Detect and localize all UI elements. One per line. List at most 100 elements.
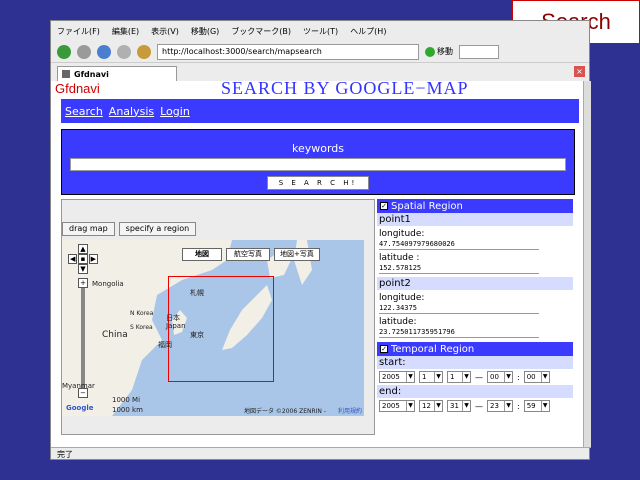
search-button[interactable]: S E A R C H! xyxy=(267,176,369,190)
menu-help[interactable]: ヘルプ(H) xyxy=(350,26,386,37)
page-icon xyxy=(62,70,70,78)
p1-latitude-input[interactable]: 152.578125 xyxy=(379,263,539,274)
start-day-value: 1 xyxy=(450,373,455,381)
toolbar: http://localhost:3000/search/mapsearch 移… xyxy=(51,41,589,63)
end-day-select[interactable]: 31 ▼ xyxy=(447,400,471,412)
nav-search[interactable]: Search xyxy=(65,105,103,118)
forward-icon[interactable] xyxy=(77,44,91,59)
back-icon[interactable] xyxy=(57,44,71,59)
start-hour-value: 00 xyxy=(490,373,499,381)
zoom-slider[interactable] xyxy=(81,288,85,388)
page-title: SEARCH BY GOOGLE−MAP xyxy=(221,81,469,98)
end-hour-select[interactable]: 23 ▼ xyxy=(487,400,513,412)
start-year-select[interactable]: 2005 ▼ xyxy=(379,371,415,383)
google-map[interactable]: ▲ ◀ ▪ ▶ ▼ + − 地図 航空写真 地図+写真 Mongolia Chi… xyxy=(62,240,364,416)
nav-analysis[interactable]: Analysis xyxy=(109,105,154,118)
menu-file[interactable]: ファイル(F) xyxy=(57,26,100,37)
specify-region-button[interactable]: specify a region xyxy=(118,222,197,236)
map-type-satellite[interactable]: 航空写真 xyxy=(226,248,270,261)
point2-header: point2 xyxy=(377,277,573,290)
start-day-select[interactable]: 1 ▼ xyxy=(447,371,471,383)
menu-edit[interactable]: 編集(E) xyxy=(112,26,139,37)
end-dash: — xyxy=(475,401,483,411)
point1-header: point1 xyxy=(377,213,573,226)
region-panel: ✓ Spatial Region point1 longitude: 47.75… xyxy=(377,199,573,435)
terms-link[interactable]: 利用規約 xyxy=(338,406,362,415)
keywords-input[interactable] xyxy=(70,158,566,171)
temporal-region-header[interactable]: ✓ Temporal Region xyxy=(377,342,573,356)
page-header: Gfdnavi SEARCH BY GOOGLE−MAP xyxy=(51,81,583,99)
spatial-checkbox[interactable]: ✓ xyxy=(380,202,388,210)
end-day-value: 31 xyxy=(450,402,459,410)
start-colon: : xyxy=(517,372,520,382)
chevron-down-icon: ▼ xyxy=(434,401,442,411)
spatial-region-header[interactable]: ✓ Spatial Region xyxy=(377,199,573,213)
end-year-select[interactable]: 2005 ▼ xyxy=(379,400,415,412)
chevron-down-icon: ▼ xyxy=(504,401,512,411)
chevron-down-icon: ▼ xyxy=(504,372,512,382)
drag-map-button[interactable]: drag map xyxy=(62,222,115,236)
chevron-down-icon: ▼ xyxy=(406,401,414,411)
pan-right-icon[interactable]: ▶ xyxy=(88,254,98,264)
chevron-down-icon: ▼ xyxy=(540,401,549,411)
map-mode-buttons: drag map specify a region xyxy=(62,222,197,236)
start-minute-value: 00 xyxy=(526,373,536,381)
close-tab-icon[interactable]: × xyxy=(574,66,585,77)
chevron-down-icon: ▼ xyxy=(540,372,549,382)
temporal-checkbox[interactable]: ✓ xyxy=(380,345,388,353)
tab-label: Gfdnavi xyxy=(74,69,109,79)
go-label: 移動 xyxy=(437,47,453,56)
map-copyright: 地図データ ©2006 ZENRIN - xyxy=(244,408,326,415)
end-colon: : xyxy=(517,401,520,411)
zoom-control: ▲ ◀ ▪ ▶ ▼ + − xyxy=(68,244,98,398)
google-search-box[interactable] xyxy=(459,44,499,59)
chevron-down-icon: ▼ xyxy=(462,401,470,411)
start-month-select[interactable]: 1 ▼ xyxy=(419,371,443,383)
url-input[interactable]: http://localhost:3000/search/mapsearch xyxy=(157,43,419,60)
go-button[interactable]: 移動 xyxy=(425,46,453,57)
tab-gfdnavi[interactable]: Gfdnavi xyxy=(57,66,177,81)
home-icon[interactable] xyxy=(137,44,151,59)
menubar: ファイル(F) 編集(E) 表示(V) 移動(G) ブックマーク(B) ツール(… xyxy=(51,21,589,41)
menu-bookmarks[interactable]: ブックマーク(B) xyxy=(231,26,291,37)
spatial-header-label: Spatial Region xyxy=(391,200,463,212)
pan-center-icon[interactable]: ▪ xyxy=(78,254,88,264)
pan-up-icon[interactable]: ▲ xyxy=(78,244,88,254)
pan-left-icon[interactable]: ◀ xyxy=(68,254,78,264)
p1-longitude-input[interactable]: 47.754097979680026 xyxy=(379,239,539,250)
pan-down-icon[interactable]: ▼ xyxy=(78,264,88,274)
map-type-map[interactable]: 地図 xyxy=(182,248,222,261)
end-month-value: 12 xyxy=(422,402,431,410)
chevron-down-icon: ▼ xyxy=(406,372,414,382)
go-icon xyxy=(425,46,435,57)
p2-longitude-input[interactable]: 122.34375 xyxy=(379,303,539,314)
menu-tools[interactable]: ツール(T) xyxy=(303,26,338,37)
end-minute-select[interactable]: 59 ▼ xyxy=(523,400,550,412)
end-hour-value: 23 xyxy=(490,402,499,410)
menu-view[interactable]: 表示(V) xyxy=(151,26,179,37)
start-dash: — xyxy=(475,372,483,382)
start-month-value: 1 xyxy=(422,373,427,381)
temporal-header-label: Temporal Region xyxy=(391,343,475,355)
start-hour-select[interactable]: 00 ▼ xyxy=(487,371,513,383)
menu-go[interactable]: 移動(G) xyxy=(191,26,219,37)
page-content: Gfdnavi SEARCH BY GOOGLE−MAP Search Anal… xyxy=(51,81,583,447)
zoom-in-icon[interactable]: + xyxy=(78,278,88,288)
p2-latitude-input[interactable]: 23.725011735951796 xyxy=(379,327,539,338)
label-fukuoka: 福岡 xyxy=(158,341,172,349)
reload-icon[interactable] xyxy=(97,44,111,59)
end-date-row: 2005 ▼ 12 ▼ 31 ▼ — 23 ▼ : 59 ▼ xyxy=(377,398,573,414)
map-type-hybrid[interactable]: 地図+写真 xyxy=(274,248,320,261)
label-nkorea: N Korea xyxy=(130,310,154,317)
url-text: http://localhost:3000/search/mapsearch xyxy=(162,47,322,56)
label-sapporo: 札幌 xyxy=(190,289,204,297)
end-month-select[interactable]: 12 ▼ xyxy=(419,400,443,412)
keyword-search-panel: keywords S E A R C H! xyxy=(61,129,575,195)
browser-window: ファイル(F) 編集(E) 表示(V) 移動(G) ブックマーク(B) ツール(… xyxy=(50,20,591,460)
vertical-scrollbar[interactable] xyxy=(583,81,591,447)
stop-icon[interactable] xyxy=(117,44,131,59)
chevron-down-icon: ▼ xyxy=(434,372,442,382)
label-japan: 日本 Japan xyxy=(166,314,186,330)
nav-login[interactable]: Login xyxy=(160,105,190,118)
start-minute-select[interactable]: 00 ▼ xyxy=(523,371,550,383)
